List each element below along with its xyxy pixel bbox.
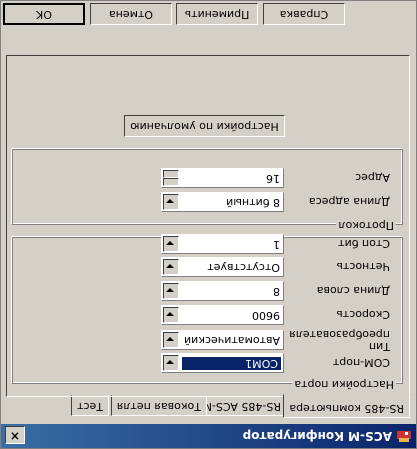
stop-bits-dropdown-button[interactable] xyxy=(163,236,179,252)
stop-bits-value: 1 xyxy=(273,238,280,251)
tab-rs485-computer[interactable]: RS-485 компьютера xyxy=(283,394,410,418)
address-spinner[interactable]: 16 xyxy=(161,168,284,188)
tab-panel: Настройки порта COM-порт COM1 Тип преобр… xyxy=(6,55,410,397)
chevron-down-icon xyxy=(166,337,174,341)
address-down-button[interactable] xyxy=(163,170,179,178)
address-label: Адрес xyxy=(355,171,390,184)
tab-current-loop[interactable]: Токовая петля xyxy=(110,395,207,416)
tab-test[interactable]: Тест xyxy=(71,395,109,416)
defaults-button[interactable]: Настройки по умолчанию xyxy=(124,115,285,137)
stop-bits-label: Стоп бит xyxy=(338,237,390,250)
chevron-down-icon xyxy=(166,264,174,268)
speed-label: Скорость xyxy=(336,308,390,321)
parity-value: Отсутствует xyxy=(207,261,280,274)
word-length-dropdown-button[interactable] xyxy=(163,283,179,299)
speed-value: 9600 xyxy=(252,309,280,322)
speed-select[interactable]: 9600 xyxy=(161,305,284,325)
title-bar[interactable]: ACS-M Конфигуратор × xyxy=(1,424,416,448)
address-length-label: Длина адреса xyxy=(308,195,390,208)
port-settings-group: Настройки порта COM-порт COM1 Тип преобр… xyxy=(12,234,403,391)
close-button[interactable]: × xyxy=(5,426,25,444)
port-settings-title: Настройки порта xyxy=(292,378,396,391)
chevron-down-icon xyxy=(166,288,174,292)
chevron-down-icon xyxy=(166,199,174,203)
word-length-label: Длина слова xyxy=(316,284,390,297)
parity-dropdown-button[interactable] xyxy=(163,259,179,275)
ok-button[interactable]: OK xyxy=(3,3,85,25)
address-up-button[interactable] xyxy=(163,178,179,186)
converter-type-value: Автоматический xyxy=(184,334,280,347)
cancel-button[interactable]: Отмена xyxy=(90,3,172,25)
converter-type-label-2: преобразователя xyxy=(289,328,390,341)
app-icon xyxy=(397,431,411,442)
com-port-label: COM-порт xyxy=(332,356,390,369)
window-title: ACS-M Конфигуратор xyxy=(242,429,392,443)
word-length-select[interactable]: 8 xyxy=(161,281,284,301)
converter-type-label-1: Тип xyxy=(368,340,390,353)
chevron-down-icon xyxy=(166,241,174,245)
parity-label: Четность xyxy=(336,260,390,273)
word-length-value: 8 xyxy=(273,285,280,298)
help-button[interactable]: Справка xyxy=(263,3,345,25)
com-port-select[interactable]: COM1 xyxy=(161,353,284,373)
parity-select[interactable]: Отсутствует xyxy=(161,257,284,277)
address-length-dropdown-button[interactable] xyxy=(163,194,179,210)
converter-type-dropdown-button[interactable] xyxy=(163,332,179,348)
speed-dropdown-button[interactable] xyxy=(163,307,179,323)
address-value: 16 xyxy=(266,172,280,185)
protocol-group: Протокол Длина адреса 8 битный Адрес 16 xyxy=(12,149,403,232)
apply-button[interactable]: Применить xyxy=(176,3,258,25)
address-length-select[interactable]: 8 битный xyxy=(161,192,284,212)
tab-strip: RS-485 компьютера RS-485 ACS-M Токовая п… xyxy=(7,394,410,418)
converter-type-select[interactable]: Автоматический xyxy=(161,330,284,350)
com-port-value: COM1 xyxy=(182,357,281,370)
chevron-down-icon xyxy=(166,312,174,316)
stop-bits-select[interactable]: 1 xyxy=(161,234,284,254)
chevron-down-icon xyxy=(166,360,174,364)
protocol-title: Протокол xyxy=(336,219,396,232)
address-length-value: 8 битный xyxy=(226,196,280,209)
com-port-dropdown-button[interactable] xyxy=(163,355,179,371)
tab-rs485-acsm[interactable]: RS-485 ACS-M xyxy=(196,395,287,416)
close-icon: × xyxy=(9,429,21,443)
configurator-window: ACS-M Конфигуратор × RS-485 компьютера R… xyxy=(0,0,417,449)
